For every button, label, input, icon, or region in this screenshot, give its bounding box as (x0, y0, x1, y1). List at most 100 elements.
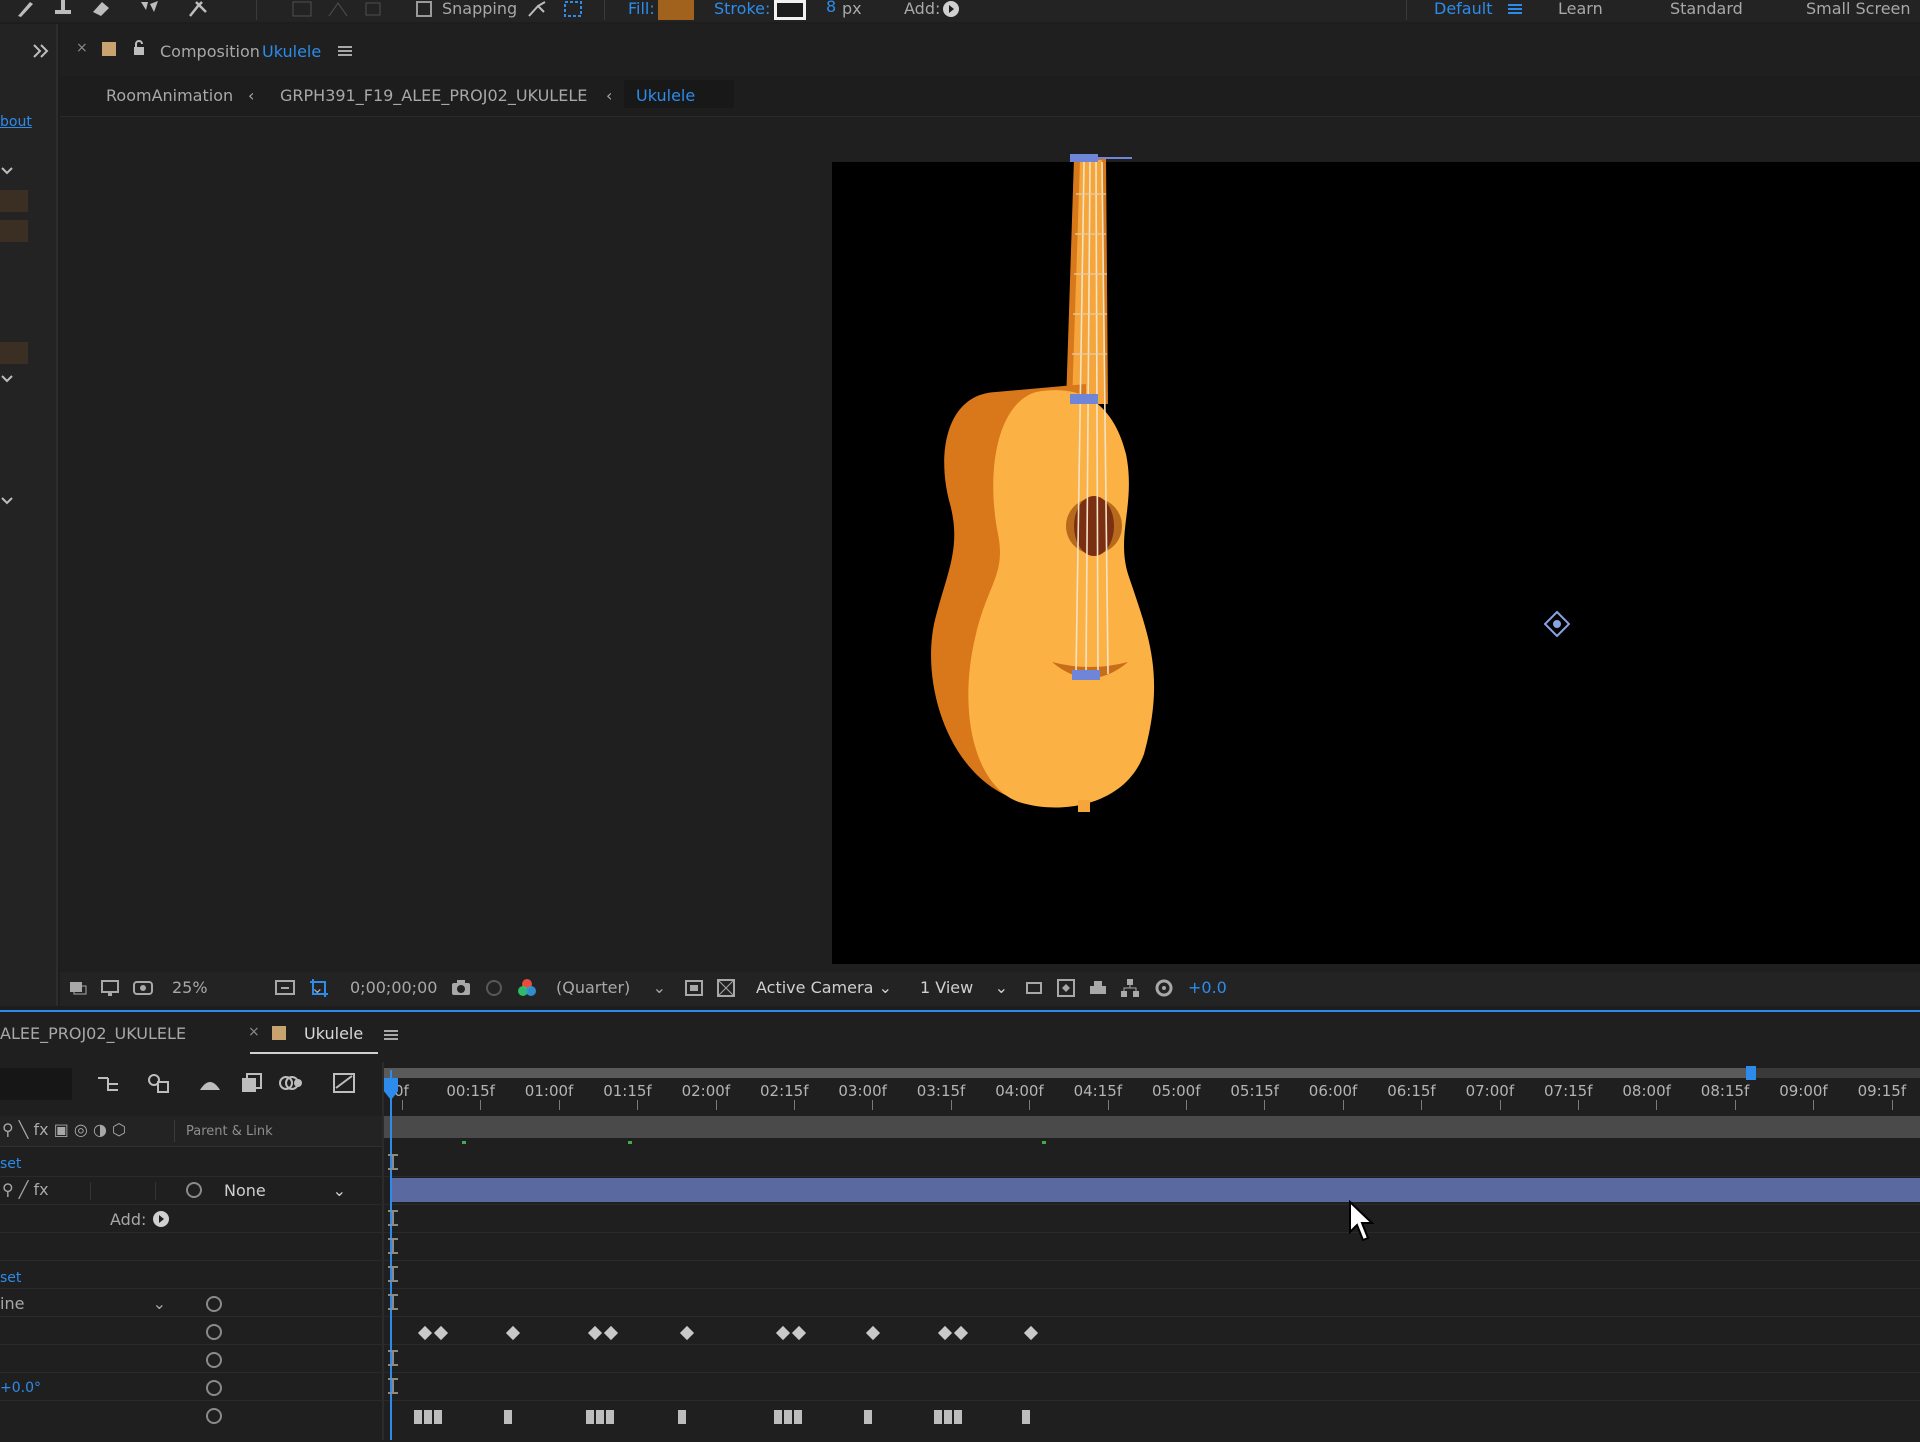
snapping-checkbox[interactable] (416, 1, 432, 17)
keyframe-block[interactable] (504, 1410, 512, 1424)
chevron-down-icon[interactable] (0, 164, 14, 178)
parent-link-header[interactable]: Parent & Link (186, 1122, 273, 1142)
keyframe-block[interactable] (586, 1410, 594, 1424)
panel-menu-icon[interactable] (384, 1028, 398, 1042)
panel-menu-icon[interactable] (338, 44, 352, 58)
brush-tool-icon[interactable] (14, 0, 36, 18)
work-area-bar[interactable] (384, 1068, 1920, 1078)
render-3d-icon[interactable] (1056, 978, 1076, 998)
about-link[interactable]: bout (0, 112, 32, 132)
layer-duration-bar[interactable] (390, 1178, 1920, 1202)
clone-stamp-tool-icon[interactable] (52, 0, 74, 18)
timeline-tab-inactive[interactable]: ALEE_PROJ02_UKULELE (0, 1024, 186, 1044)
anchor-point-icon[interactable] (1544, 611, 1570, 637)
timeline-link-icon[interactable] (1088, 978, 1108, 998)
keyframe-block[interactable] (434, 1410, 442, 1424)
flowchart-icon[interactable] (1120, 978, 1140, 998)
mode-dropdown[interactable]: ine ⌄ (0, 1294, 166, 1314)
channel-rgb-icon[interactable] (516, 977, 538, 999)
keyframe-block[interactable] (678, 1410, 686, 1424)
reset-link[interactable]: set (0, 1154, 21, 1174)
work-area-end[interactable] (1746, 1066, 1756, 1080)
comp-flowchart-icon[interactable] (96, 1074, 120, 1094)
keyframe-block[interactable] (954, 1410, 962, 1424)
composition-title-name[interactable]: Ukulele (262, 42, 321, 62)
workspace-learn[interactable]: Learn (1558, 0, 1603, 19)
pick-whip-icon[interactable] (206, 1352, 222, 1368)
pen-feather-icon[interactable] (326, 0, 352, 18)
reset-link[interactable]: set (0, 1268, 21, 1288)
viewer-canvas[interactable] (832, 154, 1920, 964)
chevron-down-icon[interactable] (0, 494, 14, 508)
chevron-down-icon[interactable] (0, 372, 14, 386)
pick-whip-icon[interactable] (206, 1324, 222, 1340)
keyframe-block[interactable] (944, 1410, 952, 1424)
workspace-standard[interactable]: Standard (1670, 0, 1743, 19)
fast-preview-icon[interactable] (684, 978, 704, 998)
snap-grid-icon[interactable] (562, 0, 584, 18)
keyframe-block[interactable] (424, 1410, 432, 1424)
layer-switch-row[interactable]: ⚲ ╱ fx (2, 1180, 49, 1200)
close-icon[interactable]: × (76, 40, 88, 56)
region-of-interest-icon[interactable] (308, 977, 330, 999)
exposure-value[interactable]: +0.0 (1188, 978, 1227, 998)
pick-whip-icon[interactable] (206, 1380, 222, 1396)
roto-brush-tool-icon[interactable] (138, 0, 164, 18)
keyframe-block[interactable] (596, 1410, 604, 1424)
toggle-pixel-aspect-icon[interactable] (1024, 978, 1044, 998)
close-icon[interactable]: × (248, 1024, 260, 1040)
fit-icon[interactable] (274, 978, 296, 998)
zoom-dropdown[interactable]: 25% ⌄ (172, 978, 324, 998)
view-layout-dropdown[interactable]: 1 View ⌄ (920, 978, 1008, 998)
keyframe-block[interactable] (784, 1410, 792, 1424)
pick-whip-icon[interactable] (206, 1408, 222, 1424)
pick-whip-icon[interactable] (186, 1182, 202, 1198)
workspace-small-screen[interactable]: Small Screen (1806, 0, 1911, 19)
keyframe-block[interactable] (414, 1410, 422, 1424)
breadcrumb-item[interactable]: RoomAnimation (106, 86, 233, 106)
mask-visibility-icon[interactable] (132, 978, 154, 998)
snap-edge-icon[interactable] (526, 0, 548, 18)
keyframe-block[interactable] (864, 1410, 872, 1424)
frame-blending-icon[interactable] (240, 1072, 264, 1094)
stroke-width-value[interactable]: 8 (826, 0, 836, 17)
align-tool-icon[interactable] (290, 0, 316, 18)
timeline-tab-active[interactable]: Ukulele (304, 1024, 363, 1044)
keyframe-block[interactable] (1022, 1410, 1030, 1424)
pick-whip-icon[interactable] (206, 1296, 222, 1312)
always-preview-icon[interactable] (68, 978, 88, 998)
stroke-color-swatch[interactable] (774, 0, 806, 20)
workspace-menu-icon[interactable] (1508, 0, 1522, 18)
keyframe-block[interactable] (794, 1410, 802, 1424)
workspace-default[interactable]: Default (1434, 0, 1492, 19)
reset-exposure-icon[interactable] (1154, 978, 1174, 998)
show-snapshot-icon[interactable] (484, 978, 504, 998)
layer-search-field[interactable] (0, 1068, 72, 1100)
draft-3d-icon[interactable] (146, 1072, 172, 1096)
snapshot-camera-icon[interactable] (450, 978, 472, 998)
breadcrumb-item-active[interactable]: Ukulele (636, 86, 695, 106)
lock-icon[interactable] (132, 40, 146, 56)
parent-dropdown[interactable]: None ⌄ (224, 1181, 346, 1201)
eraser-tool-icon[interactable] (90, 0, 112, 18)
shy-layers-icon[interactable] (198, 1072, 222, 1094)
keyframe-block[interactable] (774, 1410, 782, 1424)
puppet-pin-tool-icon[interactable] (186, 0, 212, 18)
graph-editor-icon[interactable] (332, 1072, 356, 1094)
camera-dropdown[interactable]: Active Camera ⌄ (756, 978, 892, 998)
rotation-value[interactable]: +0.0° (0, 1378, 41, 1398)
add-circle-icon[interactable] (942, 0, 960, 18)
mask-tool-icon[interactable] (362, 0, 388, 18)
keyframe-block[interactable] (934, 1410, 942, 1424)
ukulele-artwork[interactable] (876, 154, 1176, 814)
monitor-icon[interactable] (100, 978, 120, 998)
layer-switch-icons[interactable]: ⚲ ╲ fx ▣ ◎ ◑ ⬡ (2, 1120, 126, 1140)
transparency-grid-icon[interactable] (716, 978, 736, 998)
motion-blur-icon[interactable] (278, 1072, 304, 1094)
expand-panel-icon[interactable] (32, 42, 50, 60)
fill-color-swatch[interactable] (658, 0, 694, 20)
breadcrumb-item[interactable]: GRPH391_F19_ALEE_PROJ02_UKULELE (280, 86, 587, 106)
timecode-display[interactable]: 0;00;00;00 (350, 978, 437, 998)
add-circle-icon[interactable] (152, 1210, 170, 1228)
resolution-dropdown[interactable]: (Quarter) ⌄ (556, 978, 666, 998)
